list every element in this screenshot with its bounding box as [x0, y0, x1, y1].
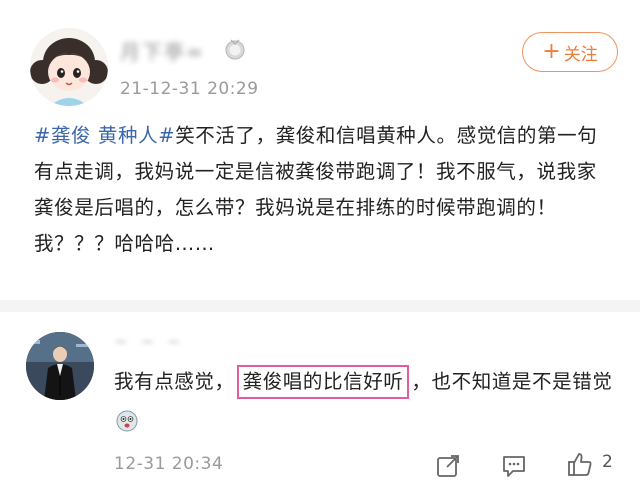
medal-badge-icon: [225, 39, 245, 60]
post-timestamp: 21-12-31 20:29: [120, 79, 259, 99]
plus-icon: +: [542, 39, 561, 64]
commenter-username[interactable]: ~ ~ ~: [114, 332, 184, 351]
highlighted-phrase: 龚俊唱的比信好听: [236, 365, 410, 399]
author-avatar[interactable]: [30, 28, 108, 106]
commenter-avatar[interactable]: [26, 332, 94, 400]
comment-text: 我有点感觉， 龚俊唱的比信好听 ，也不知道是不是错觉: [114, 362, 614, 442]
follow-label: 关注: [563, 44, 598, 65]
share-icon[interactable]: [434, 452, 462, 480]
comment-icon[interactable]: [500, 452, 528, 480]
follow-button[interactable]: + 关注: [522, 32, 618, 72]
thumbs-up-icon[interactable]: [566, 450, 594, 478]
section-divider: [0, 300, 640, 312]
like-count: 2: [602, 452, 613, 472]
comment-text-start: 我有点感觉，: [114, 370, 235, 393]
author-username[interactable]: 月下亭=: [120, 36, 205, 65]
comment-timestamp: 12-31 20:34: [114, 454, 224, 474]
post-body: #龚俊 黄种人#笑不活了，龚俊和信唱黄种人。感觉信的第一句有点走调，我妈说一定是…: [34, 118, 614, 262]
weibo-post-screenshot: 月下亭= 21-12-31 20:29 + 关注 #龚俊 黄种人#笑不活了，龚俊…: [0, 0, 640, 485]
surprised-face-emoji-icon: [116, 410, 138, 432]
person-photo-avatar-icon: [26, 332, 94, 400]
cartoon-girl-avatar-icon: [30, 28, 108, 106]
comment-text-end: ，也不知道是不是错觉: [411, 370, 613, 393]
hashtag-link[interactable]: #龚俊 黄种人#: [34, 124, 175, 147]
